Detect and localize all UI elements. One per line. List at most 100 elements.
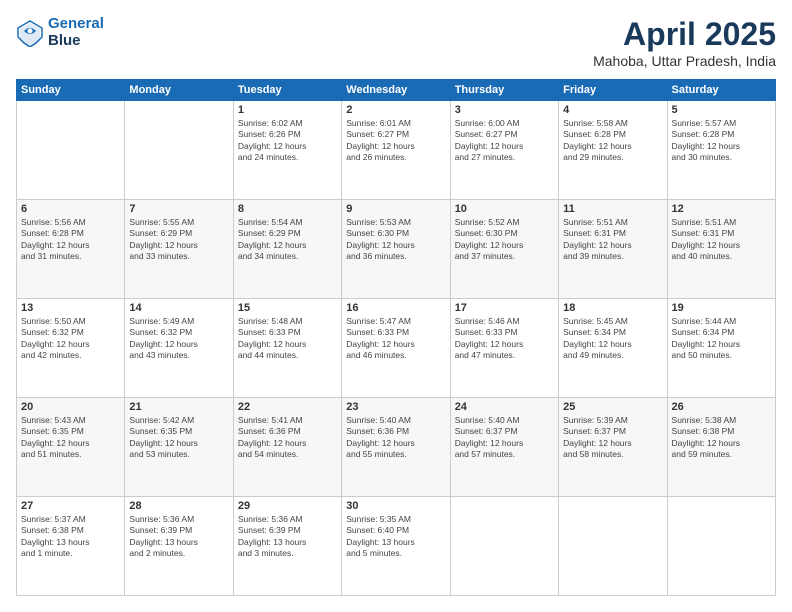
calendar-week-1: 1 Sunrise: 6:02 AM Sunset: 6:26 PM Daylig… (17, 101, 776, 200)
calendar-cell: 6 Sunrise: 5:56 AM Sunset: 6:28 PM Daylig… (17, 200, 125, 299)
cell-info: Sunrise: 5:51 AM Sunset: 6:31 PM Dayligh… (563, 217, 662, 263)
col-tuesday: Tuesday (233, 80, 341, 101)
calendar-cell: 2 Sunrise: 6:01 AM Sunset: 6:27 PM Daylig… (342, 101, 450, 200)
cell-info: Sunrise: 5:41 AM Sunset: 6:36 PM Dayligh… (238, 415, 337, 461)
cell-info: Sunrise: 5:57 AM Sunset: 6:28 PM Dayligh… (672, 118, 771, 164)
calendar-week-2: 6 Sunrise: 5:56 AM Sunset: 6:28 PM Daylig… (17, 200, 776, 299)
cell-date-number: 26 (672, 401, 771, 413)
cell-date-number: 22 (238, 401, 337, 413)
cell-date-number: 5 (672, 104, 771, 116)
cell-info: Sunrise: 5:46 AM Sunset: 6:33 PM Dayligh… (455, 316, 554, 362)
cell-date-number: 30 (346, 500, 445, 512)
calendar-week-5: 27 Sunrise: 5:37 AM Sunset: 6:38 PM Dayli… (17, 497, 776, 596)
cell-info: Sunrise: 5:56 AM Sunset: 6:28 PM Dayligh… (21, 217, 120, 263)
cell-info: Sunrise: 5:53 AM Sunset: 6:30 PM Dayligh… (346, 217, 445, 263)
cell-info: Sunrise: 5:47 AM Sunset: 6:33 PM Dayligh… (346, 316, 445, 362)
calendar-cell: 20Sunrise: 5:43 AM Sunset: 6:35 PM Dayli… (17, 398, 125, 497)
cell-date-number: 3 (455, 104, 554, 116)
cell-info: Sunrise: 5:36 AM Sunset: 6:39 PM Dayligh… (238, 514, 337, 560)
col-thursday: Thursday (450, 80, 558, 101)
cell-info: Sunrise: 5:36 AM Sunset: 6:39 PM Dayligh… (129, 514, 228, 560)
calendar-week-3: 13Sunrise: 5:50 AM Sunset: 6:32 PM Dayli… (17, 299, 776, 398)
calendar-cell: 11 Sunrise: 5:51 AM Sunset: 6:31 PM Dayli… (559, 200, 667, 299)
logo-line1: General (48, 15, 104, 32)
cell-date-number: 2 (346, 104, 445, 116)
calendar-cell (559, 497, 667, 596)
calendar-cell: 12 Sunrise: 5:51 AM Sunset: 6:31 PM Dayli… (667, 200, 775, 299)
main-title: April 2025 (593, 16, 776, 53)
calendar-cell: 26 Sunrise: 5:38 AM Sunset: 6:38 PM Dayli… (667, 398, 775, 497)
cell-date-number: 13 (21, 302, 120, 314)
cell-date-number: 6 (21, 203, 120, 215)
calendar-cell: 13Sunrise: 5:50 AM Sunset: 6:32 PM Dayli… (17, 299, 125, 398)
title-block: April 2025 Mahoba, Uttar Pradesh, India (593, 16, 776, 69)
cell-date-number: 23 (346, 401, 445, 413)
cell-date-number: 9 (346, 203, 445, 215)
calendar-header-row: Sunday Monday Tuesday Wednesday Thursday… (17, 80, 776, 101)
cell-date-number: 18 (563, 302, 662, 314)
calendar-cell (450, 497, 558, 596)
cell-date-number: 1 (238, 104, 337, 116)
cell-info: Sunrise: 5:39 AM Sunset: 6:37 PM Dayligh… (563, 415, 662, 461)
cell-date-number: 15 (238, 302, 337, 314)
cell-date-number: 21 (129, 401, 228, 413)
cell-date-number: 10 (455, 203, 554, 215)
cell-info: Sunrise: 5:49 AM Sunset: 6:32 PM Dayligh… (129, 316, 228, 362)
calendar-cell: 24 Sunrise: 5:40 AM Sunset: 6:37 PM Dayli… (450, 398, 558, 497)
cell-date-number: 20 (21, 401, 120, 413)
cell-date-number: 11 (563, 203, 662, 215)
cell-info: Sunrise: 5:51 AM Sunset: 6:31 PM Dayligh… (672, 217, 771, 263)
calendar-cell: 25 Sunrise: 5:39 AM Sunset: 6:37 PM Dayli… (559, 398, 667, 497)
cell-info: Sunrise: 6:02 AM Sunset: 6:26 PM Dayligh… (238, 118, 337, 164)
header: General Blue April 2025 Mahoba, Uttar Pr… (16, 16, 776, 69)
cell-info: Sunrise: 5:40 AM Sunset: 6:36 PM Dayligh… (346, 415, 445, 461)
cell-info: Sunrise: 5:58 AM Sunset: 6:28 PM Dayligh… (563, 118, 662, 164)
calendar-cell: 5 Sunrise: 5:57 AM Sunset: 6:28 PM Daylig… (667, 101, 775, 200)
cell-info: Sunrise: 6:01 AM Sunset: 6:27 PM Dayligh… (346, 118, 445, 164)
calendar-cell: 21 Sunrise: 5:42 AM Sunset: 6:35 PM Dayli… (125, 398, 233, 497)
col-saturday: Saturday (667, 80, 775, 101)
col-monday: Monday (125, 80, 233, 101)
cell-info: Sunrise: 5:52 AM Sunset: 6:30 PM Dayligh… (455, 217, 554, 263)
calendar-cell (125, 101, 233, 200)
cell-info: Sunrise: 5:40 AM Sunset: 6:37 PM Dayligh… (455, 415, 554, 461)
cell-date-number: 8 (238, 203, 337, 215)
calendar-table: Sunday Monday Tuesday Wednesday Thursday… (16, 79, 776, 596)
subtitle: Mahoba, Uttar Pradesh, India (593, 53, 776, 69)
cell-info: Sunrise: 5:37 AM Sunset: 6:38 PM Dayligh… (21, 514, 120, 560)
calendar-cell: 3Sunrise: 6:00 AM Sunset: 6:27 PM Daylig… (450, 101, 558, 200)
cell-date-number: 19 (672, 302, 771, 314)
col-sunday: Sunday (17, 80, 125, 101)
calendar-cell (667, 497, 775, 596)
cell-info: Sunrise: 5:45 AM Sunset: 6:34 PM Dayligh… (563, 316, 662, 362)
cell-date-number: 17 (455, 302, 554, 314)
cell-date-number: 24 (455, 401, 554, 413)
calendar-cell: 23 Sunrise: 5:40 AM Sunset: 6:36 PM Dayli… (342, 398, 450, 497)
cell-info: Sunrise: 5:35 AM Sunset: 6:40 PM Dayligh… (346, 514, 445, 560)
cell-date-number: 27 (21, 500, 120, 512)
calendar-cell: 10 Sunrise: 5:52 AM Sunset: 6:30 PM Dayli… (450, 200, 558, 299)
calendar-cell: 18 Sunrise: 5:45 AM Sunset: 6:34 PM Dayli… (559, 299, 667, 398)
logo-icon (16, 19, 44, 47)
calendar-cell: 16Sunrise: 5:47 AM Sunset: 6:33 PM Dayli… (342, 299, 450, 398)
calendar-cell: 15 Sunrise: 5:48 AM Sunset: 6:33 PM Dayli… (233, 299, 341, 398)
cell-info: Sunrise: 5:48 AM Sunset: 6:33 PM Dayligh… (238, 316, 337, 362)
cell-info: Sunrise: 5:55 AM Sunset: 6:29 PM Dayligh… (129, 217, 228, 263)
calendar-cell: 17 Sunrise: 5:46 AM Sunset: 6:33 PM Dayli… (450, 299, 558, 398)
calendar-cell: 9 Sunrise: 5:53 AM Sunset: 6:30 PM Daylig… (342, 200, 450, 299)
calendar-cell: 8 Sunrise: 5:54 AM Sunset: 6:29 PM Daylig… (233, 200, 341, 299)
cell-info: Sunrise: 5:38 AM Sunset: 6:38 PM Dayligh… (672, 415, 771, 461)
cell-info: Sunrise: 5:54 AM Sunset: 6:29 PM Dayligh… (238, 217, 337, 263)
cell-date-number: 7 (129, 203, 228, 215)
cell-info: Sunrise: 5:42 AM Sunset: 6:35 PM Dayligh… (129, 415, 228, 461)
cell-date-number: 29 (238, 500, 337, 512)
calendar-cell: 14 Sunrise: 5:49 AM Sunset: 6:32 PM Dayli… (125, 299, 233, 398)
calendar-cell: 28Sunrise: 5:36 AM Sunset: 6:39 PM Dayli… (125, 497, 233, 596)
cell-date-number: 14 (129, 302, 228, 314)
calendar-cell: 22 Sunrise: 5:41 AM Sunset: 6:36 PM Dayli… (233, 398, 341, 497)
cell-date-number: 25 (563, 401, 662, 413)
cell-date-number: 12 (672, 203, 771, 215)
calendar-cell: 19Sunrise: 5:44 AM Sunset: 6:34 PM Dayli… (667, 299, 775, 398)
calendar-cell: 27 Sunrise: 5:37 AM Sunset: 6:38 PM Dayli… (17, 497, 125, 596)
logo-line2: Blue (48, 32, 81, 49)
